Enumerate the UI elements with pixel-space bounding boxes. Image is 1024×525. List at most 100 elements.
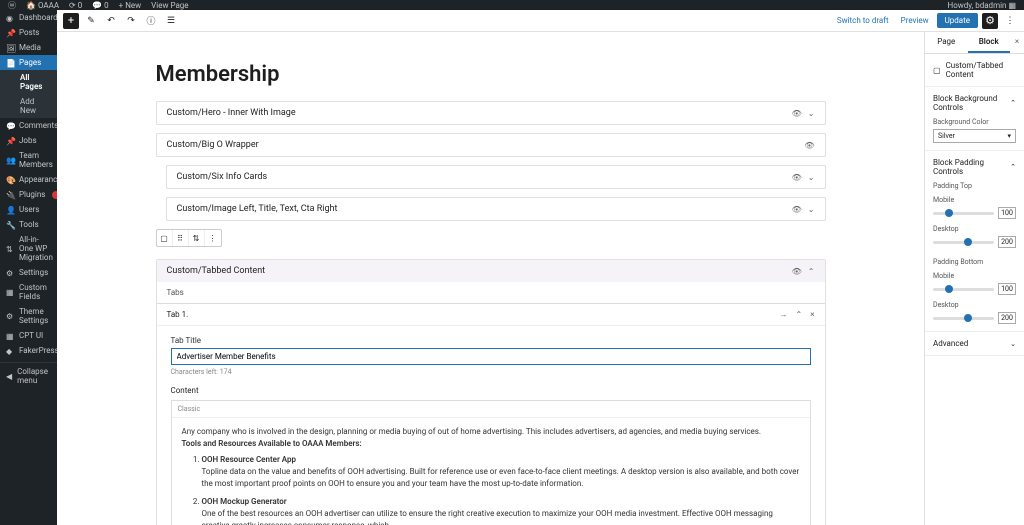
padding-top-desktop-value[interactable]: 200 xyxy=(998,236,1016,248)
sidebar-item-tools[interactable]: 🔧Tools xyxy=(0,217,57,232)
padding-bottom-mobile-value[interactable]: 100 xyxy=(998,283,1016,295)
sidebar-item-plugins[interactable]: 🔌Plugins1 xyxy=(0,187,57,202)
tab-arrow-icon[interactable]: → xyxy=(780,310,788,319)
undo-button[interactable]: ↶ xyxy=(103,13,119,29)
block-tabbed-content[interactable]: Custom/Tabbed Content 👁 ⌃ Tabs Tab 1. → … xyxy=(156,259,826,525)
submenu-all-pages[interactable]: All Pages xyxy=(14,70,57,94)
visibility-icon[interactable]: 👁 xyxy=(804,141,814,150)
chevron-down-icon[interactable]: ⌄ xyxy=(808,173,815,182)
padding-bottom-desktop-slider[interactable] xyxy=(933,317,994,320)
bg-controls-header[interactable]: Block Background Controls⌃ xyxy=(933,94,1016,112)
sidebar-item-migration[interactable]: ⇅All-in-One WP Migration xyxy=(0,232,57,265)
redo-button[interactable]: ↷ xyxy=(123,13,139,29)
page-title[interactable]: Membership xyxy=(156,62,826,87)
edit-mode-button[interactable]: ✎ xyxy=(83,13,99,29)
visibility-icon[interactable]: 👁 xyxy=(792,267,802,276)
visibility-icon[interactable]: 👁 xyxy=(792,205,802,214)
preview-link[interactable]: Preview xyxy=(897,14,933,27)
more-options-button[interactable]: ⋮ xyxy=(1002,13,1018,29)
settings-tab-block[interactable]: Block xyxy=(968,32,1011,53)
tab-row-1[interactable]: Tab 1. → ⌃ × xyxy=(157,304,825,326)
padding-top-desktop-slider[interactable] xyxy=(933,241,994,244)
sidebar-item-fakerpress[interactable]: ◆FakerPress xyxy=(0,343,57,358)
sidebar-item-posts[interactable]: 📌Posts xyxy=(0,25,57,40)
block-type-icon: ▢ xyxy=(933,66,941,75)
bg-color-label: Background Color xyxy=(933,118,1016,126)
site-link[interactable]: 🏠 OAAA xyxy=(26,1,59,10)
settings-tab-page[interactable]: Page xyxy=(925,32,968,53)
comments-link[interactable]: 💬 0 xyxy=(92,1,108,10)
block-hero[interactable]: Custom/Hero - Inner With Image 👁 ⌄ xyxy=(156,101,826,125)
block-wrapper[interactable]: Custom/Big O Wrapper 👁 xyxy=(156,133,826,157)
sidebar-item-jobs[interactable]: 📌Jobs xyxy=(0,133,57,148)
sidebar-item-pages[interactable]: 📄Pages xyxy=(0,55,57,70)
update-button[interactable]: Update xyxy=(937,13,978,28)
visibility-icon[interactable]: 👁 xyxy=(792,109,802,118)
add-block-button[interactable]: + xyxy=(63,13,79,29)
sidebar-item-theme-settings[interactable]: ⚙Theme Settings xyxy=(0,304,57,328)
settings-close-icon[interactable]: × xyxy=(1010,32,1024,53)
tab-label: Tab 1. xyxy=(167,310,189,319)
block-toolbar: ▢ ⠿ ⇅ ⋮ xyxy=(156,229,222,247)
desktop-label-2: Desktop xyxy=(933,301,1016,309)
block-label: Custom/Image Left, Title, Text, Cta Righ… xyxy=(177,204,338,214)
collapse-menu[interactable]: ◀Collapse menu xyxy=(0,362,57,389)
block-label: Custom/Big O Wrapper xyxy=(167,140,259,150)
classic-editor-bar[interactable]: Classic xyxy=(172,401,810,418)
editor-top-bar: + ✎ ↶ ↷ ⓘ ☰ Switch to draft Preview Upda… xyxy=(57,10,1024,32)
classic-editor-content[interactable]: Any company who is involved in the desig… xyxy=(172,418,810,525)
padding-bottom-mobile-slider[interactable] xyxy=(933,288,994,291)
sidebar-item-users[interactable]: 👤Users xyxy=(0,202,57,217)
toolbar-move-icon[interactable]: ⇅ xyxy=(189,230,205,246)
tab-remove-icon[interactable]: × xyxy=(810,310,814,319)
toolbar-more-icon[interactable]: ⋮ xyxy=(205,230,221,246)
block-image-left[interactable]: Custom/Image Left, Title, Text, Cta Righ… xyxy=(166,197,826,221)
chars-left: Characters left: 174 xyxy=(171,368,811,376)
mobile-label: Mobile xyxy=(933,196,1016,204)
sidebar-item-media[interactable]: 🖼Media xyxy=(0,40,57,55)
block-type-name: Custom/Tabbed Content xyxy=(946,61,1016,79)
padding-top-label: Padding Top xyxy=(933,182,1016,190)
padding-top-mobile-slider[interactable] xyxy=(933,212,994,215)
chevron-up-icon[interactable]: ⌃ xyxy=(808,267,815,276)
visibility-icon[interactable]: 👁 xyxy=(792,173,802,182)
tabs-header: Tabs xyxy=(157,282,825,304)
advanced-header[interactable]: Advanced⌄ xyxy=(933,339,1016,348)
settings-toggle-button[interactable]: ⚙ xyxy=(982,13,998,29)
wp-logo-icon[interactable]: ⓦ xyxy=(8,0,16,11)
padding-controls-header[interactable]: Block Padding Controls⌃ xyxy=(933,158,1016,176)
view-page-link[interactable]: View Page xyxy=(151,1,188,10)
tab-title-input[interactable] xyxy=(171,348,811,365)
updates-link[interactable]: ⟳ 0 xyxy=(69,1,82,10)
new-link[interactable]: + New xyxy=(119,1,142,10)
info-button[interactable]: ⓘ xyxy=(143,13,159,29)
block-type-row[interactable]: ▢ Custom/Tabbed Content xyxy=(925,54,1024,87)
settings-panel: Page Block × ▢ Custom/Tabbed Content Blo… xyxy=(924,32,1024,525)
sidebar-item-team[interactable]: 👥Team Members xyxy=(0,148,57,172)
content-label: Content xyxy=(171,386,811,395)
padding-top-mobile-value[interactable]: 100 xyxy=(998,207,1016,219)
list-view-button[interactable]: ☰ xyxy=(163,13,179,29)
editor-canvas: Membership Custom/Hero - Inner With Imag… xyxy=(57,32,924,525)
tab-body: Tab Title Characters left: 174 Content C… xyxy=(157,326,825,525)
toolbar-block-icon[interactable]: ▢ xyxy=(157,230,173,246)
tab-collapse-icon[interactable]: ⌃ xyxy=(796,310,803,319)
padding-bottom-desktop-value[interactable]: 200 xyxy=(998,312,1016,324)
block-label: Custom/Hero - Inner With Image xyxy=(167,108,296,118)
toolbar-drag-icon[interactable]: ⠿ xyxy=(173,230,189,246)
submenu-add-new[interactable]: Add New xyxy=(14,94,57,118)
sidebar-item-settings[interactable]: ⚙Settings xyxy=(0,265,57,280)
chevron-down-icon[interactable]: ⌄ xyxy=(808,109,815,118)
sidebar-item-comments[interactable]: 💬Comments xyxy=(0,118,57,133)
chevron-down-icon[interactable]: ⌄ xyxy=(808,205,815,214)
howdy-link[interactable]: Howdy, bdadmin ▦ xyxy=(947,1,1016,10)
switch-draft-link[interactable]: Switch to draft xyxy=(833,14,893,27)
sidebar-item-appearance[interactable]: 🎨Appearance xyxy=(0,172,57,187)
sidebar-item-custom-fields[interactable]: ▦Custom Fields xyxy=(0,280,57,304)
sidebar-item-dashboard[interactable]: ◉Dashboard xyxy=(0,10,57,25)
sidebar-item-cpt-ui[interactable]: ▦CPT UI xyxy=(0,328,57,343)
bg-color-select[interactable]: Silver▾ xyxy=(933,129,1016,143)
classic-editor: Classic Any company who is involved in t… xyxy=(171,400,811,525)
admin-bar: ⓦ 🏠 OAAA ⟳ 0 💬 0 + New View Page Howdy, … xyxy=(0,0,1024,10)
block-six-info[interactable]: Custom/Six Info Cards 👁 ⌄ xyxy=(166,165,826,189)
